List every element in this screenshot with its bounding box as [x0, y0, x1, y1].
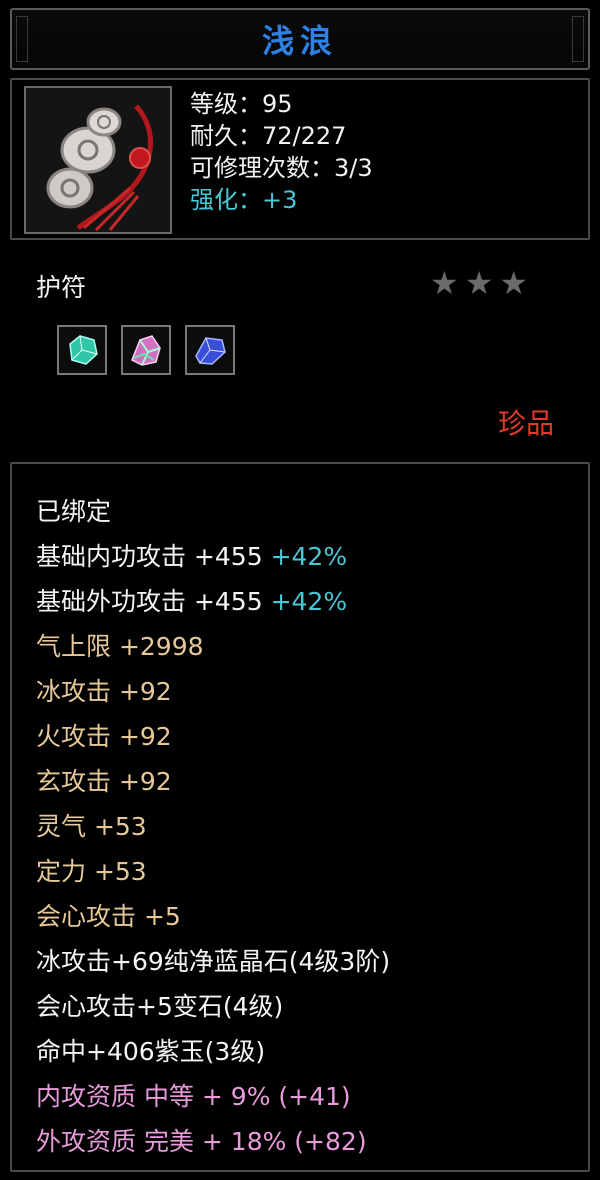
item-type: 护符: [36, 273, 87, 302]
attr-focus: 定力 +53: [36, 857, 147, 886]
gem-bonus-1: 冰攻击+69纯净蓝晶石(4级3阶): [36, 947, 391, 976]
gem-bonus-3: 命中+406紫玉(3级): [36, 1037, 266, 1066]
star-icon: ★: [499, 264, 529, 302]
item-attributes: 已绑定 基础内功攻击 +455 +42% 基础外功攻击 +455 +42% 气上…: [10, 462, 590, 1172]
item-repair-count: 可修理次数：3/3: [190, 154, 373, 182]
attr-inner-attack-value: 基础内功攻击 +455: [36, 542, 263, 571]
item-rarity: 珍品: [497, 407, 554, 440]
item-level: 等级：95: [190, 90, 293, 118]
item-durability: 耐久：72/227: [190, 122, 347, 150]
attr-outer-attack-pct: +42%: [270, 587, 348, 616]
attr-inner-attack-pct: +42%: [270, 542, 348, 571]
attr-spirit: 灵气 +53: [36, 812, 147, 841]
attr-ice-attack: 冰攻击 +92: [36, 677, 172, 706]
amulet-pendant-icon: [24, 86, 172, 234]
item-name: 浅浪: [261, 22, 338, 60]
blue-crystal-gem-icon[interactable]: [185, 325, 235, 375]
outer-attack-quality: 外攻资质 完美 + 18% (+82): [36, 1127, 367, 1156]
attr-inner-attack: 基础内功攻击 +455 +42%: [36, 537, 390, 582]
attr-outer-attack-value: 基础外功攻击 +455: [36, 587, 263, 616]
attr-outer-attack: 基础外功攻击 +455 +42%: [36, 582, 390, 627]
bound-status: 已绑定: [36, 497, 112, 526]
attr-mystic-attack: 玄攻击 +92: [36, 767, 172, 796]
gem-bonus-2: 会心攻击+5变石(4级): [36, 992, 284, 1021]
attr-qi-max: 气上限 +2998: [36, 632, 204, 661]
item-title-bar: 浅浪: [10, 8, 590, 70]
attr-fire-attack: 火攻击 +92: [36, 722, 172, 751]
item-enhance-level: 强化：+3: [190, 186, 298, 214]
multicolor-crystal-gem-icon[interactable]: [121, 325, 171, 375]
star-icon: ★: [430, 264, 459, 302]
item-basic-stats: 等级：95 耐久：72/227 可修理次数：3/3 强化：+3: [190, 88, 373, 216]
attr-crit-attack: 会心攻击 +5: [36, 902, 181, 931]
item-header: 等级：95 耐久：72/227 可修理次数：3/3 强化：+3: [10, 78, 590, 240]
star-icon: ★: [464, 264, 494, 302]
star-rating: ★ ★ ★: [430, 266, 528, 300]
green-crystal-gem-icon[interactable]: [57, 325, 107, 375]
item-tooltip-panel: 浅浪 等级：95 耐久：72/227 可修理次数：3/3 强化：+3 护符 ★ …: [0, 0, 600, 1180]
inner-attack-quality: 内攻资质 中等 + 9% (+41): [36, 1082, 351, 1111]
gem-sockets: [57, 325, 235, 375]
